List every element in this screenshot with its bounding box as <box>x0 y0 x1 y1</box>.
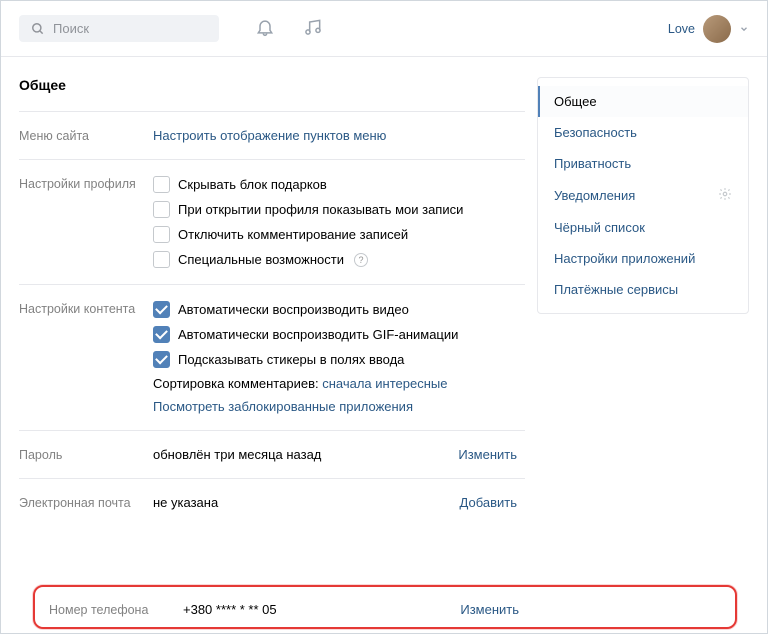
add-email-link[interactable]: Добавить <box>460 495 525 510</box>
sidebar-item-payments[interactable]: Платёжные сервисы <box>538 274 748 305</box>
password-value: обновлён три месяца назад <box>153 447 458 462</box>
user-menu[interactable]: Love <box>668 15 749 43</box>
avatar <box>703 15 731 43</box>
row-label: Электронная почта <box>19 495 153 510</box>
checkbox[interactable] <box>153 351 170 368</box>
settings-sidebar: Общее Безопасность Приватность Уведомлен… <box>537 77 749 314</box>
chevron-down-icon <box>739 24 749 34</box>
checkbox[interactable] <box>153 176 170 193</box>
sidebar-item-general[interactable]: Общее <box>538 86 748 117</box>
checkbox[interactable] <box>153 326 170 343</box>
checkbox-label: Автоматически воспроизводить GIF-анимаци… <box>178 327 458 342</box>
checkbox-label: Автоматически воспроизводить видео <box>178 302 409 317</box>
checkbox-label: Специальные возможности <box>178 252 344 267</box>
header: Поиск Love <box>1 1 767 57</box>
gear-icon[interactable] <box>718 187 732 204</box>
sort-link[interactable]: сначала интересные <box>322 376 447 391</box>
checkbox[interactable] <box>153 301 170 318</box>
checkbox-row[interactable]: Отключить комментирование записей <box>153 226 525 243</box>
sidebar-item-notifications[interactable]: Уведомления <box>538 179 748 212</box>
row-password: Пароль обновлён три месяца назад Изменит… <box>19 430 525 478</box>
page-title: Общее <box>19 77 525 93</box>
row-label: Пароль <box>19 447 153 462</box>
row-label: Настройки профиля <box>19 176 153 268</box>
checkbox-label: Скрывать блок подарков <box>178 177 327 192</box>
help-icon[interactable]: ? <box>354 253 368 267</box>
checkbox-label: Подсказывать стикеры в полях ввода <box>178 352 404 367</box>
site-menu-link[interactable]: Настроить отображение пунктов меню <box>153 128 386 143</box>
row-email: Электронная почта не указана Добавить <box>19 478 525 526</box>
change-password-link[interactable]: Изменить <box>458 447 525 462</box>
sidebar-item-blacklist[interactable]: Чёрный список <box>538 212 748 243</box>
row-label: Настройки контента <box>19 301 153 414</box>
checkbox-row[interactable]: При открытии профиля показывать мои запи… <box>153 201 525 218</box>
search-icon <box>31 22 45 36</box>
row-profile-settings: Настройки профиля Скрывать блок подарков… <box>19 159 525 284</box>
main-content: Общее Меню сайта Настроить отображение п… <box>19 77 537 526</box>
search-placeholder: Поиск <box>53 21 89 36</box>
sidebar-item-privacy[interactable]: Приватность <box>538 148 748 179</box>
checkbox[interactable] <box>153 201 170 218</box>
change-phone-link[interactable]: Изменить <box>460 602 527 617</box>
search-input[interactable]: Поиск <box>19 15 219 42</box>
music-icon[interactable] <box>303 17 323 40</box>
row-site-menu: Меню сайта Настроить отображение пунктов… <box>19 111 525 159</box>
checkbox-label: Отключить комментирование записей <box>178 227 408 242</box>
sidebar-item-apps[interactable]: Настройки приложений <box>538 243 748 274</box>
checkbox-row[interactable]: Специальные возможности? <box>153 251 525 268</box>
row-label: Номер телефона <box>49 602 183 617</box>
blocked-apps-link[interactable]: Посмотреть заблокированные приложения <box>153 399 413 414</box>
checkbox-row[interactable]: Автоматически воспроизводить GIF-анимаци… <box>153 326 525 343</box>
sort-comments: Сортировка комментариев: сначала интерес… <box>153 376 525 391</box>
row-content-settings: Настройки контента Автоматически воспрои… <box>19 284 525 430</box>
checkbox-row[interactable]: Автоматически воспроизводить видео <box>153 301 525 318</box>
checkbox[interactable] <box>153 226 170 243</box>
checkbox-row[interactable]: Подсказывать стикеры в полях ввода <box>153 351 525 368</box>
checkbox[interactable] <box>153 251 170 268</box>
checkbox-row[interactable]: Скрывать блок подарков <box>153 176 525 193</box>
row-phone: Номер телефона +380 **** * ** 05 Изменит… <box>49 602 527 617</box>
row-label: Меню сайта <box>19 128 153 143</box>
checkbox-label: При открытии профиля показывать мои запи… <box>178 202 463 217</box>
user-name: Love <box>668 22 695 36</box>
bell-icon[interactable] <box>255 17 275 40</box>
sidebar-item-security[interactable]: Безопасность <box>538 117 748 148</box>
phone-value: +380 **** * ** 05 <box>183 602 460 617</box>
email-value: не указана <box>153 495 460 510</box>
